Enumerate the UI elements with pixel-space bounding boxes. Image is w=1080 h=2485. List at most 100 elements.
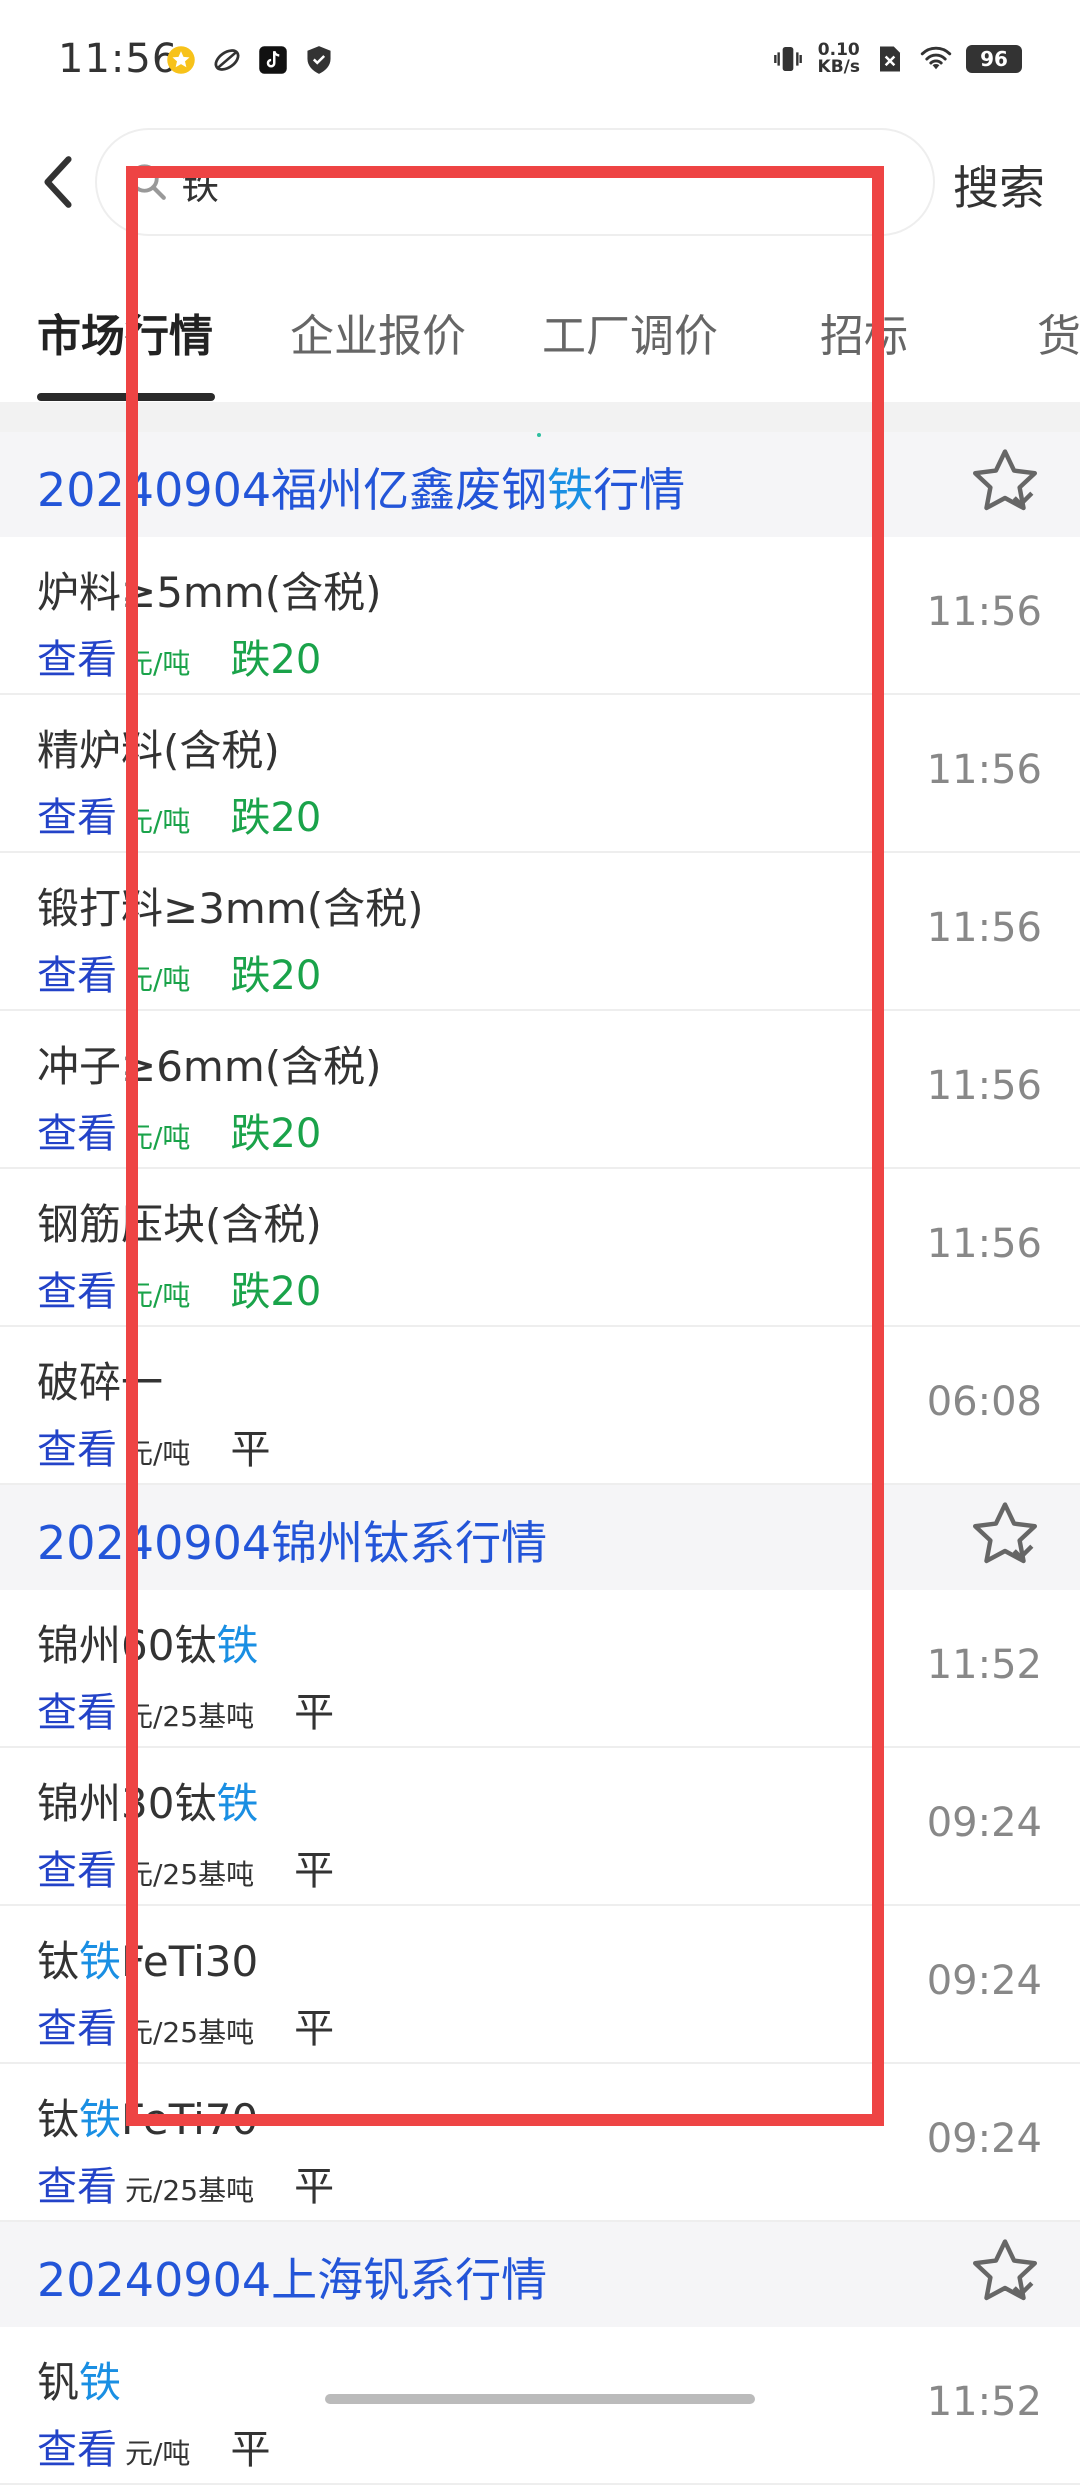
update-time: 11:56 bbox=[926, 589, 1042, 635]
price-unit: 元/吨 bbox=[125, 647, 191, 680]
item-name-highlight: 铁 bbox=[79, 2358, 122, 2407]
star-badge-icon bbox=[165, 44, 197, 76]
item-name-suffix: FeTi70 bbox=[121, 2095, 259, 2144]
item-name-text: 精炉料(含税) bbox=[37, 726, 280, 775]
item-name-text: 锦州60钛 bbox=[37, 1621, 217, 1670]
leaf-icon bbox=[211, 44, 243, 76]
item-subline: 查看 元/吨 平 bbox=[37, 2417, 270, 2475]
view-price-link[interactable]: 查看 bbox=[37, 943, 117, 1001]
update-time: 11:52 bbox=[926, 2379, 1042, 2425]
tab-market[interactable]: 市场行情 bbox=[37, 300, 213, 364]
price-unit: 元/吨 bbox=[125, 2437, 191, 2470]
search-query: 铁 bbox=[181, 163, 220, 208]
view-price-link[interactable]: 查看 bbox=[37, 1996, 117, 2054]
status-icons-left bbox=[165, 44, 335, 76]
section-title-highlight: 铁 bbox=[547, 463, 594, 517]
list-item[interactable]: 钛铁FeTi30 查看 元/25基吨 平 09:24 bbox=[0, 1906, 1080, 2064]
item-subline: 查看 元/25基吨 平 bbox=[37, 1996, 334, 2054]
item-name: 钛铁FeTi70 bbox=[37, 2086, 258, 2147]
list-item[interactable]: 钛铁FeTi70 查看 元/25基吨 平 09:24 bbox=[0, 2064, 1080, 2222]
price-change: 平 bbox=[294, 2164, 335, 2210]
list-item[interactable]: 冲子≥6mm(含税) 查看 元/吨 跌20 11:56 bbox=[0, 1011, 1080, 1169]
item-name: 钒铁 bbox=[37, 2349, 121, 2410]
view-price-link[interactable]: 查看 bbox=[37, 1417, 117, 1475]
list-item[interactable]: 炉料≥5mm(含税) 查看 元/吨 跌20 11:56 bbox=[0, 537, 1080, 695]
wifi-icon bbox=[920, 43, 952, 75]
tab-tender[interactable]: 招标 bbox=[820, 300, 908, 364]
search-button[interactable]: 搜索 bbox=[953, 152, 1045, 218]
favorite-star-icon[interactable] bbox=[968, 2236, 1042, 2310]
favorite-star-icon[interactable] bbox=[968, 1499, 1042, 1573]
update-time: 11:56 bbox=[926, 1063, 1042, 1109]
update-time: 11:56 bbox=[926, 747, 1042, 793]
price-change: 平 bbox=[294, 2006, 335, 2052]
update-time: 09:24 bbox=[926, 2116, 1042, 2162]
item-name: 钢筋压块(含税) bbox=[37, 1191, 322, 1252]
tab-factory-adjust[interactable]: 工厂调价 bbox=[542, 300, 718, 364]
back-button[interactable] bbox=[28, 150, 88, 214]
network-speed-unit: KB/s bbox=[817, 57, 860, 77]
section-header[interactable]: 20240904上海钒系行情 bbox=[0, 2222, 1080, 2327]
favorite-star-icon[interactable] bbox=[968, 446, 1042, 520]
price-unit: 元/25基吨 bbox=[125, 1700, 255, 1733]
section-title: 20240904锦州钛系行情 bbox=[37, 1507, 547, 1573]
list-item[interactable]: 钒铁 查看 元/吨 平 11:52 bbox=[0, 2327, 1080, 2485]
gesture-nav-handle[interactable] bbox=[325, 2394, 755, 2404]
item-name: 锦州60钛铁 bbox=[37, 1612, 258, 1673]
list-item[interactable]: 破碎一 查看 元/吨 平 06:08 bbox=[0, 1327, 1080, 1485]
list-item[interactable]: 锻打料≥3mm(含税) 查看 元/吨 跌20 11:56 bbox=[0, 853, 1080, 1011]
battery-indicator: 96 bbox=[966, 45, 1022, 73]
price-unit: 元/吨 bbox=[125, 1437, 191, 1470]
item-subline: 查看 元/吨 跌20 bbox=[37, 785, 321, 843]
update-time: 11:56 bbox=[926, 905, 1042, 951]
update-time: 11:56 bbox=[926, 1221, 1042, 1267]
tab-company-quote[interactable]: 企业报价 bbox=[290, 300, 466, 364]
item-subline: 查看 元/吨 跌20 bbox=[37, 943, 321, 1001]
shield-icon bbox=[303, 44, 335, 76]
chevron-left-icon bbox=[44, 156, 72, 208]
search-input[interactable]: 铁 bbox=[95, 128, 935, 236]
price-unit: 元/25基吨 bbox=[125, 2174, 255, 2207]
price-change: 跌20 bbox=[230, 795, 322, 841]
section-header[interactable]: 20240904福州亿鑫废钢铁行情 bbox=[0, 432, 1080, 537]
section-header[interactable]: 20240904锦州钛系行情 bbox=[0, 1485, 1080, 1590]
tab-goods[interactable]: 货 bbox=[1037, 300, 1080, 364]
view-price-link[interactable]: 查看 bbox=[37, 1680, 117, 1738]
section-title: 20240904福州亿鑫废钢铁行情 bbox=[37, 454, 685, 520]
item-name: 钛铁FeTi30 bbox=[37, 1928, 258, 1989]
item-name-text: 炉料≥5mm(含税) bbox=[37, 568, 382, 617]
status-icons-right: 0.10 KB/s 96 bbox=[772, 42, 1022, 76]
price-unit: 元/吨 bbox=[125, 805, 191, 838]
price-change: 平 bbox=[294, 1690, 335, 1736]
item-name-text: 钛 bbox=[37, 1937, 80, 1986]
view-price-link[interactable]: 查看 bbox=[37, 2417, 117, 2475]
update-time: 09:24 bbox=[926, 1958, 1042, 2004]
no-sim-icon bbox=[874, 43, 906, 75]
item-name: 锦州30钛铁 bbox=[37, 1770, 258, 1831]
view-price-link[interactable]: 查看 bbox=[37, 2154, 117, 2212]
item-subline: 查看 元/吨 跌20 bbox=[37, 1259, 321, 1317]
view-price-link[interactable]: 查看 bbox=[37, 1838, 117, 1896]
item-name-highlight: 铁 bbox=[216, 1779, 259, 1828]
price-change: 平 bbox=[230, 1427, 271, 1473]
view-price-link[interactable]: 查看 bbox=[37, 1259, 117, 1317]
section-title-text: 20240904上海钒系行情 bbox=[37, 2253, 548, 2307]
item-name-text: 冲子≥6mm(含税) bbox=[37, 1042, 382, 1091]
item-name-suffix: FeTi30 bbox=[121, 1937, 259, 1986]
category-tabs: 市场行情 企业报价 工厂调价 招标 货 bbox=[0, 290, 1080, 400]
item-name-highlight: 铁 bbox=[216, 1621, 259, 1670]
list-item[interactable]: 锦州60钛铁 查看 元/25基吨 平 11:52 bbox=[0, 1590, 1080, 1748]
item-subline: 查看 元/吨 跌20 bbox=[37, 627, 321, 685]
price-unit: 元/吨 bbox=[125, 1279, 191, 1312]
list-item[interactable]: 钢筋压块(含税) 查看 元/吨 跌20 11:56 bbox=[0, 1169, 1080, 1327]
list-item[interactable]: 精炉料(含税) 查看 元/吨 跌20 11:56 bbox=[0, 695, 1080, 853]
view-price-link[interactable]: 查看 bbox=[37, 627, 117, 685]
price-change: 平 bbox=[294, 1848, 335, 1894]
item-name-highlight: 铁 bbox=[79, 1937, 122, 1986]
view-price-link[interactable]: 查看 bbox=[37, 785, 117, 843]
item-subline: 查看 元/吨 跌20 bbox=[37, 1101, 321, 1159]
item-name-text: 钢筋压块(含税) bbox=[37, 1200, 322, 1249]
section-title-suffix: 行情 bbox=[593, 463, 686, 517]
view-price-link[interactable]: 查看 bbox=[37, 1101, 117, 1159]
list-item[interactable]: 锦州30钛铁 查看 元/25基吨 平 09:24 bbox=[0, 1748, 1080, 1906]
